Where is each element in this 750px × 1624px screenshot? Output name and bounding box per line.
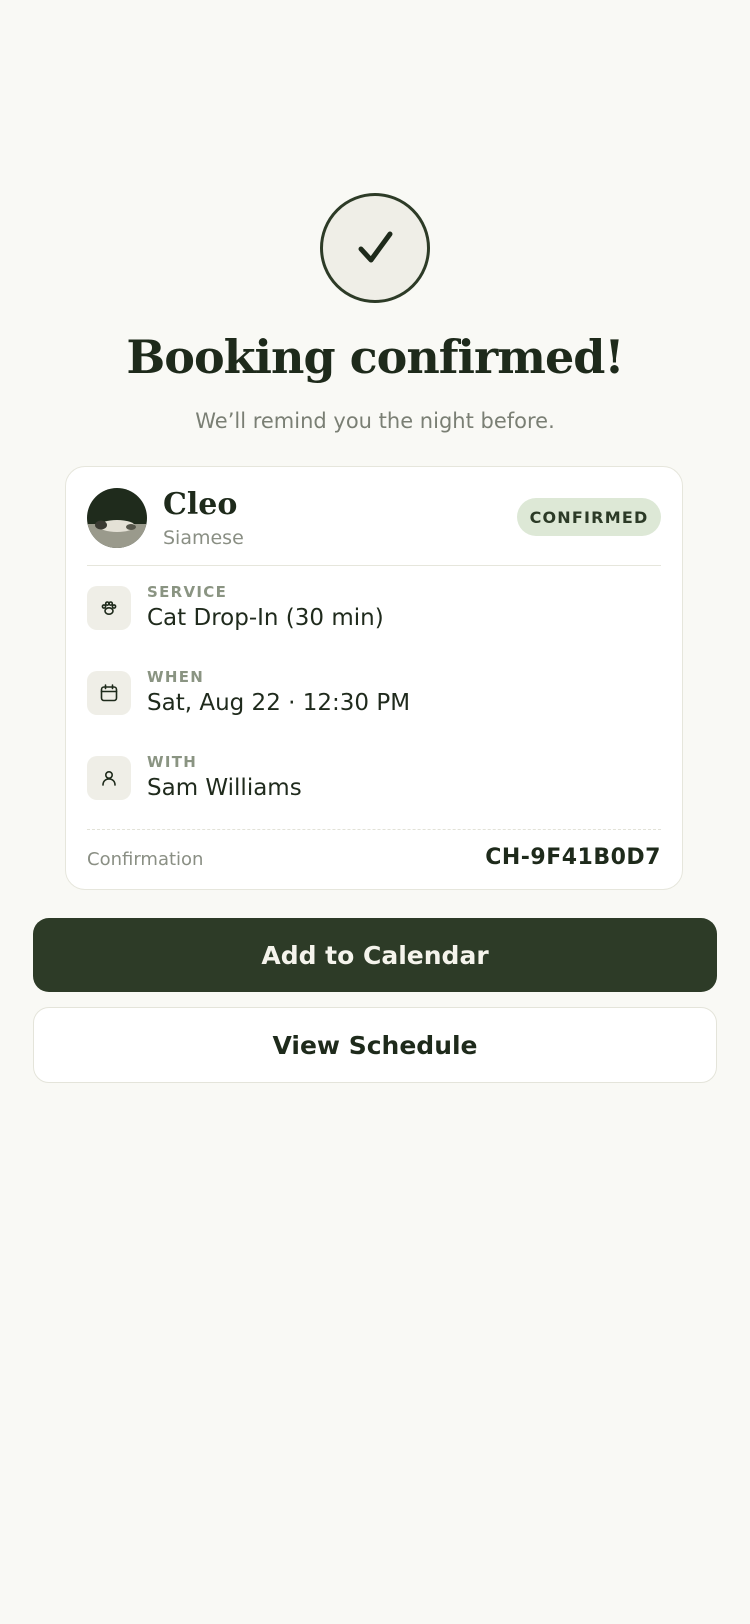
person-icon [87, 756, 131, 800]
confirmation-code: CH-9F41B0D7 [485, 845, 661, 870]
page-title: Booking confirmed! [126, 330, 624, 384]
paw-icon [87, 586, 131, 630]
detail-row-with: WITH Sam Williams [87, 753, 661, 817]
detail-value: Sam Williams [147, 775, 302, 801]
view-schedule-button[interactable]: View Schedule [33, 1007, 717, 1083]
detail-row-service: SERVICE Cat Drop-In (30 min) [87, 583, 661, 647]
detail-label: SERVICE [147, 583, 228, 601]
add-to-calendar-button[interactable]: Add to Calendar [33, 918, 717, 992]
booking-confirmation-screen: Booking confirmed! We’ll remind you the … [0, 0, 750, 1624]
pet-avatar [87, 488, 147, 548]
success-check-icon [320, 193, 430, 303]
card-dashed-divider [87, 829, 661, 830]
calendar-icon [87, 671, 131, 715]
detail-value: Cat Drop-In (30 min) [147, 605, 384, 631]
pet-name: Cleo [163, 487, 238, 522]
pet-breed: Siamese [163, 527, 244, 549]
page-subtitle: We’ll remind you the night before. [195, 409, 555, 433]
status-badge: CONFIRMED [517, 498, 661, 536]
detail-label: WITH [147, 753, 198, 771]
card-divider [87, 565, 661, 566]
detail-row-when: WHEN Sat, Aug 22 · 12:30 PM [87, 668, 661, 732]
confirmation-label: Confirmation [87, 849, 204, 870]
booking-summary-card: Cleo Siamese CONFIRMED SERVICE Cat Drop-… [65, 466, 683, 890]
detail-label: WHEN [147, 668, 205, 686]
detail-value: Sat, Aug 22 · 12:30 PM [147, 690, 411, 716]
